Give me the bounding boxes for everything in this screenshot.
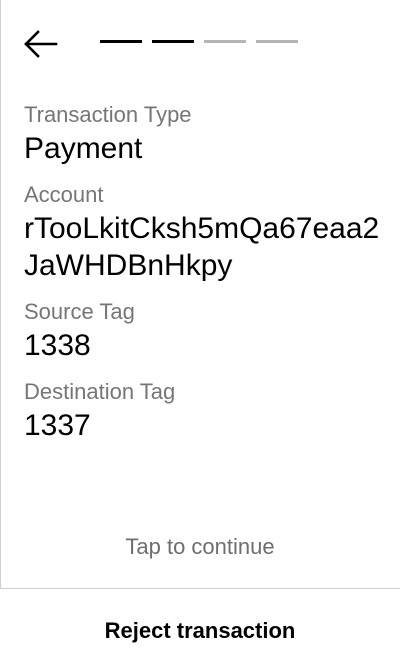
- transaction-details: Transaction Type Payment Account rTooLki…: [24, 100, 384, 457]
- account-value: rTooLkitCksh5mQa67eaa2JaWHDBnHkpy: [24, 212, 380, 282]
- destination-tag-value: 1337: [24, 409, 91, 442]
- progress-step-1: [100, 40, 142, 43]
- reject-transaction-button[interactable]: Reject transaction: [0, 589, 400, 672]
- progress-step-3: [204, 40, 246, 43]
- back-button[interactable]: [18, 26, 62, 62]
- arrow-left-icon: [24, 30, 58, 58]
- transaction-type-value: Payment: [24, 132, 143, 165]
- source-tag-label: Source Tag: [24, 299, 135, 324]
- progress-indicator: [100, 40, 300, 44]
- transaction-type-label: Transaction Type: [24, 102, 192, 127]
- tap-to-continue-hint[interactable]: Tap to continue: [0, 530, 400, 564]
- header: [0, 0, 400, 90]
- progress-step-4: [256, 40, 298, 43]
- destination-tag-label: Destination Tag: [24, 379, 176, 404]
- account-label: Account: [24, 182, 104, 207]
- progress-step-2: [152, 40, 194, 43]
- source-tag-value: 1338: [24, 329, 91, 362]
